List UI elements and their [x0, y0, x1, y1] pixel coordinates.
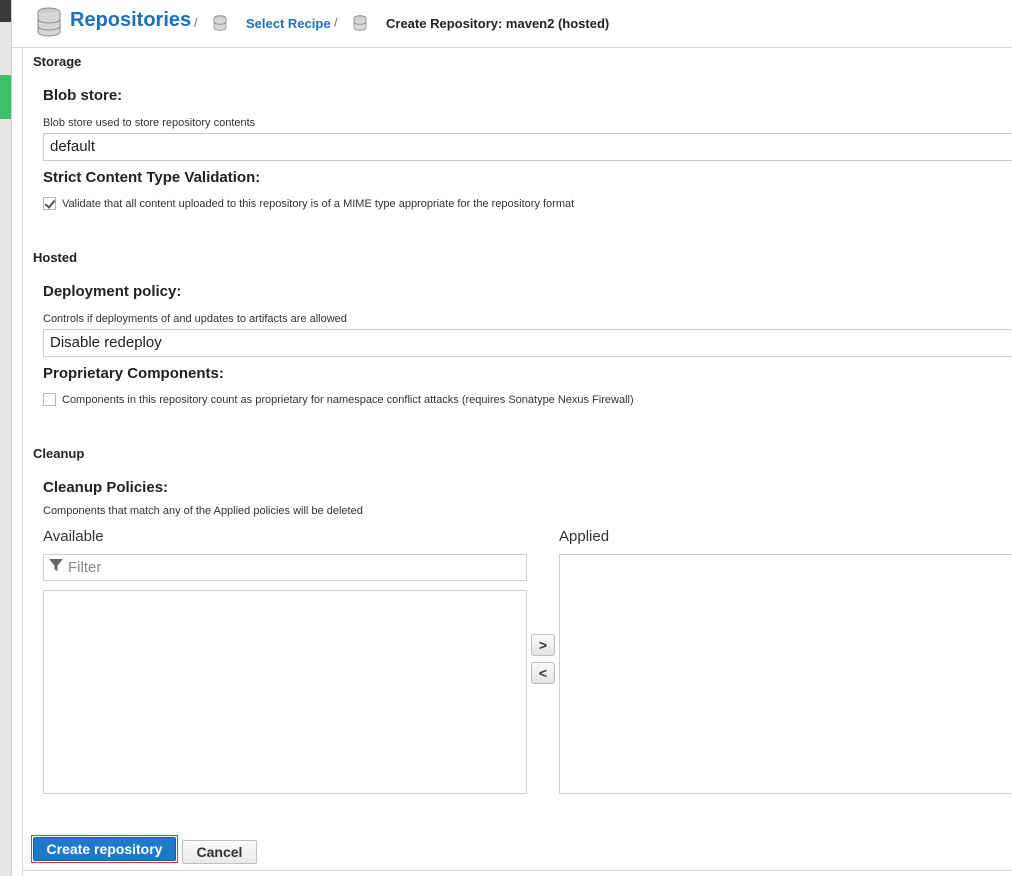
applied-list-label: Applied: [559, 528, 610, 545]
create-button-highlight: Create repository: [31, 835, 178, 863]
left-strip-border: [11, 0, 12, 876]
nav-active-indicator: [0, 75, 11, 119]
breadcrumb-separator: /: [194, 15, 198, 30]
filter-input[interactable]: Filter: [43, 554, 527, 581]
create-repository-button[interactable]: Create repository: [33, 837, 176, 861]
cleanup-policies-label: Cleanup Policies:: [43, 479, 169, 496]
section-title-cleanup: Cleanup: [33, 446, 85, 461]
database-icon: [213, 15, 227, 36]
blob-store-help: Blob store used to store repository cont…: [43, 117, 256, 129]
proprietary-components-label: Proprietary Components:: [43, 365, 224, 382]
blob-store-field[interactable]: default: [43, 133, 1012, 161]
page-header: Repositories / Select Recipe / Create Re…: [12, 0, 1012, 48]
strict-validation-row[interactable]: Validate that all content uploaded to th…: [43, 197, 574, 210]
database-icon: [353, 15, 367, 36]
page-title[interactable]: Repositories: [70, 9, 191, 32]
deployment-policy-select[interactable]: Disable redeploy: [43, 329, 1012, 357]
proprietary-components-row[interactable]: Components in this repository count as p…: [43, 393, 634, 406]
available-policies-list[interactable]: [43, 590, 527, 794]
strict-validation-text: Validate that all content uploaded to th…: [62, 197, 575, 210]
breadcrumb-separator: /: [334, 15, 338, 30]
cancel-button[interactable]: Cancel: [182, 840, 257, 864]
blob-store-label: Blob store:: [43, 87, 123, 104]
database-icon: [36, 7, 62, 42]
add-policy-button[interactable]: >: [531, 634, 555, 656]
available-list-label: Available: [43, 528, 104, 545]
strict-validation-label: Strict Content Type Validation:: [43, 169, 261, 186]
footer-divider: [23, 870, 1012, 871]
deployment-policy-label: Deployment policy:: [43, 283, 182, 300]
proprietary-components-text: Components in this repository count as p…: [62, 393, 634, 406]
deployment-policy-help: Controls if deployments of and updates t…: [43, 313, 347, 325]
section-title-hosted: Hosted: [33, 250, 78, 265]
remove-policy-button[interactable]: <: [531, 662, 555, 684]
filter-icon: [48, 557, 64, 578]
left-strip-dark-block: [0, 0, 11, 22]
cleanup-policies-help: Components that match any of the Applied…: [43, 505, 363, 517]
applied-policies-list[interactable]: [559, 554, 1012, 794]
proprietary-components-checkbox[interactable]: [43, 393, 56, 406]
breadcrumb-current: Create Repository: maven2 (hosted): [386, 16, 610, 31]
breadcrumb-select-recipe[interactable]: Select Recipe: [246, 16, 331, 31]
app-left-strip: [0, 0, 12, 876]
repository-form: Storage Blob store: Blob store used to s…: [22, 48, 1012, 876]
filter-placeholder: Filter: [68, 559, 102, 576]
section-title-storage: Storage: [33, 54, 82, 69]
strict-validation-checkbox[interactable]: [43, 197, 56, 210]
